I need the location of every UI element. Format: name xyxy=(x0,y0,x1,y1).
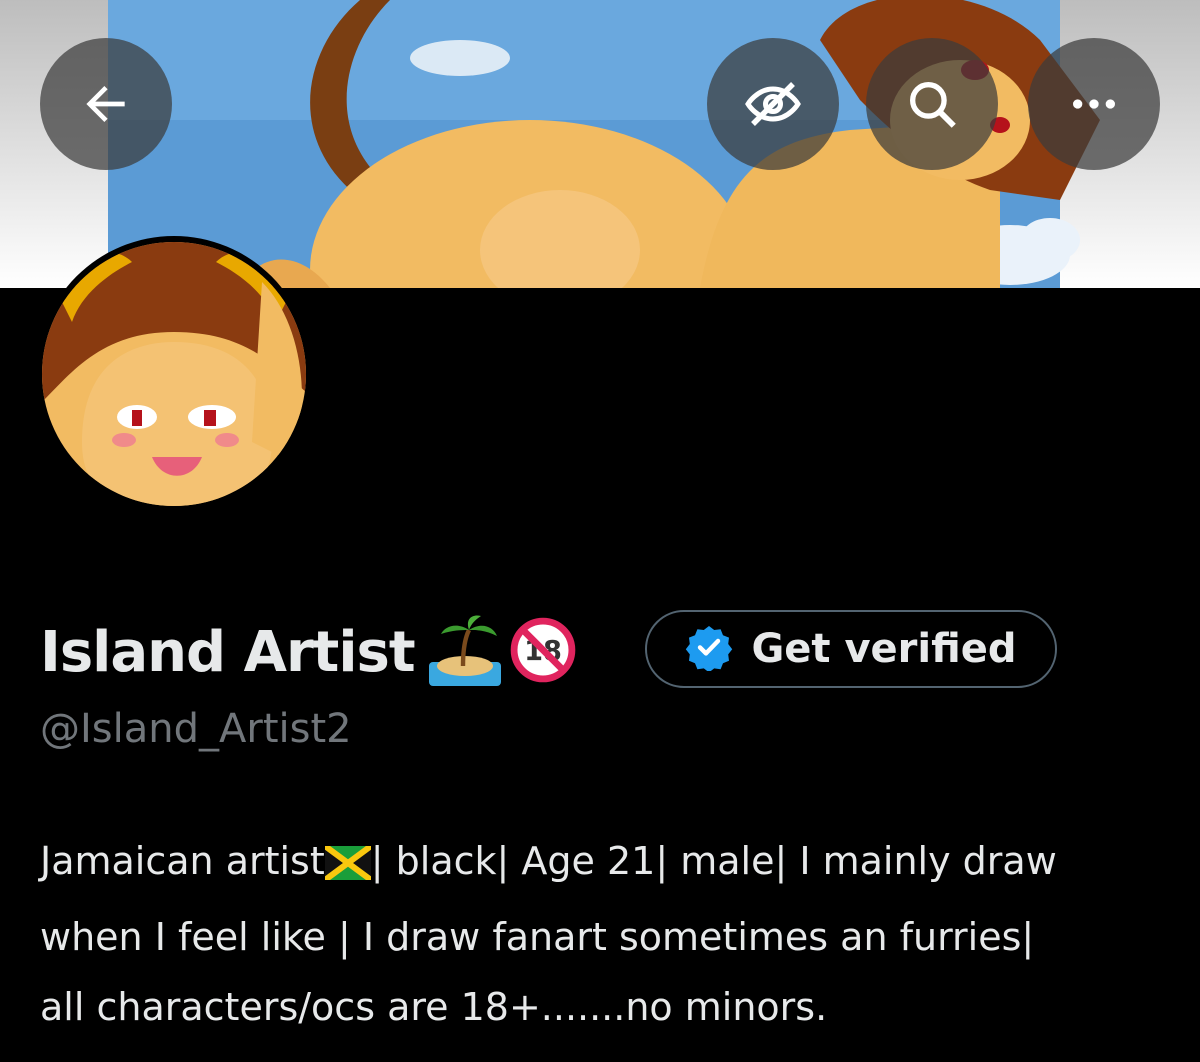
verified-badge-icon xyxy=(685,623,733,675)
more-horizontal-icon xyxy=(1066,76,1122,132)
get-verified-button[interactable]: Get verified xyxy=(645,610,1057,688)
display-name: Island Artist xyxy=(40,619,416,685)
bio-text: Jamaican artist xyxy=(40,839,325,883)
bio-line: when I feel like | I draw fanart sometim… xyxy=(40,915,1035,959)
profile-avatar[interactable] xyxy=(36,236,312,512)
profile-handle: @Island_Artist2 xyxy=(40,706,352,752)
back-button[interactable] xyxy=(40,38,172,170)
avatar-artwork xyxy=(42,242,306,506)
bio-text: | black| Age 21| male| I mainly draw xyxy=(370,839,1057,883)
no-under-18-icon: 18 xyxy=(509,616,577,688)
island-icon xyxy=(425,610,505,694)
get-verified-label: Get verified xyxy=(751,626,1017,672)
search-icon xyxy=(903,75,961,133)
eye-slash-icon xyxy=(743,74,803,134)
profile-name-row: Island Artist 18 xyxy=(40,604,577,700)
jamaica-flag-icon xyxy=(322,832,373,902)
bio-line: Jamaican artist | black| Age 21| male| I… xyxy=(40,826,1170,902)
arrow-left-icon xyxy=(78,76,134,132)
profile-bio: Jamaican artist | black| Age 21| male| I… xyxy=(40,826,1170,1042)
bio-line: all characters/ocs are 18+.......no mino… xyxy=(40,985,828,1029)
search-button[interactable] xyxy=(866,38,998,170)
sensitive-content-toggle[interactable] xyxy=(707,38,839,170)
more-button[interactable] xyxy=(1028,38,1160,170)
